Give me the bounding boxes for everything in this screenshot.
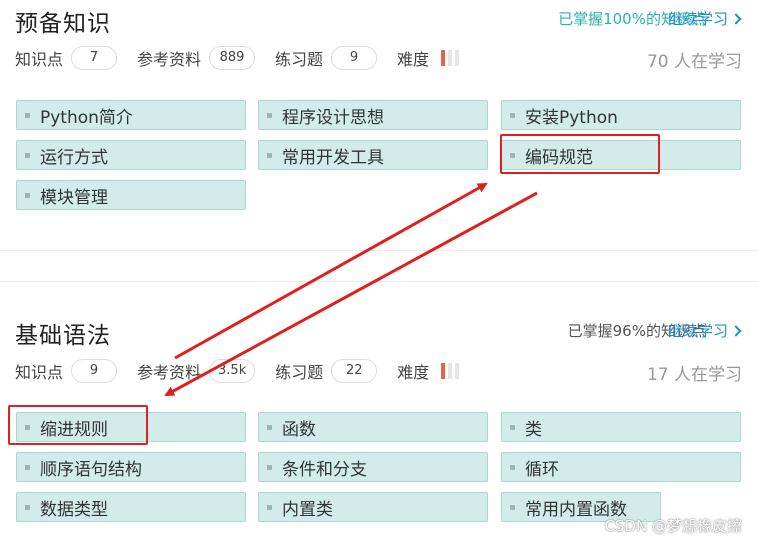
knowledge-tag[interactable]: 常用开发工具 (258, 140, 488, 170)
refs-count: 3.5k (209, 359, 256, 383)
points-count: 9 (71, 359, 118, 383)
tag-label: 安装Python (525, 107, 618, 128)
tag-label: 函数 (282, 419, 316, 440)
difficulty-meter (441, 50, 460, 66)
difficulty-bar (441, 363, 446, 379)
points-label: 知识点 (15, 363, 64, 382)
continue-learning-link[interactable]: 继续学习 (667, 8, 742, 29)
tag-label: 循环 (525, 459, 559, 480)
learner-count: 17 人在学习 (646, 365, 742, 385)
knowledge-tag[interactable]: 循环 (501, 452, 741, 482)
knowledge-tag[interactable]: Python简介 (16, 100, 246, 130)
highlight-box-coding-style (500, 134, 660, 174)
progress-prefix: 已掌握 (558, 10, 604, 28)
tag-label: 常用开发工具 (282, 147, 384, 168)
difficulty-bar (455, 50, 460, 66)
knowledge-tag[interactable]: 程序设计思想 (258, 100, 488, 130)
exercises-count: 9 (331, 46, 378, 70)
continue-label: 继续学习 (667, 10, 728, 28)
stats-row: 知识点 7 参考资料 889 练习题 9 难度 (15, 45, 460, 71)
difficulty-label: 难度 (397, 363, 430, 382)
difficulty-bar (448, 50, 453, 66)
stats-row: 知识点 9 参考资料 3.5k 练习题 22 难度 (15, 358, 460, 384)
highlight-box-indent-rules (8, 405, 148, 445)
points-label: 知识点 (15, 50, 64, 69)
bullet-icon (25, 464, 30, 470)
knowledge-tag[interactable]: 类 (501, 412, 741, 442)
progress-prefix: 已掌握 (567, 322, 613, 340)
bullet-icon (510, 464, 515, 470)
exercises-count: 22 (331, 359, 378, 383)
refs-label: 参考资料 (137, 363, 202, 382)
knowledge-tag[interactable]: 数据类型 (16, 492, 246, 522)
difficulty-meter (441, 363, 460, 379)
points-count: 7 (71, 46, 118, 70)
difficulty-bar (448, 363, 453, 379)
exercises-label: 练习题 (275, 363, 324, 382)
bullet-icon (267, 152, 272, 158)
difficulty-label: 难度 (397, 50, 430, 69)
tag-label: Python简介 (40, 107, 133, 128)
bullet-icon (510, 424, 515, 430)
bullet-icon (267, 112, 272, 118)
watermark: CSDN @梦想橡皮擦 (604, 517, 742, 535)
bullet-icon (267, 504, 272, 510)
bullet-icon (25, 504, 30, 510)
refs-count: 889 (209, 46, 256, 70)
bullet-icon (25, 112, 30, 118)
bullet-icon (25, 152, 30, 158)
knowledge-tag[interactable]: 安装Python (501, 100, 741, 130)
bullet-icon (267, 464, 272, 470)
section-divider (0, 250, 758, 282)
chevron-right-icon (730, 325, 742, 337)
tag-label: 类 (525, 419, 542, 440)
knowledge-tag[interactable]: 顺序语句结构 (16, 452, 246, 482)
knowledge-tag[interactable]: 运行方式 (16, 140, 246, 170)
tag-label: 顺序语句结构 (40, 459, 142, 480)
progress-value: 96% (612, 322, 646, 340)
continue-label: 继续学习 (667, 322, 728, 340)
continue-learning-link[interactable]: 继续学习 (667, 320, 742, 341)
tag-label: 内置类 (282, 499, 333, 520)
bullet-icon (25, 192, 30, 198)
knowledge-tag[interactable]: 内置类 (258, 492, 488, 522)
difficulty-bar (441, 50, 446, 66)
tag-label: 数据类型 (40, 499, 108, 520)
knowledge-tag[interactable]: 模块管理 (16, 180, 246, 210)
section-prep-knowledge: 预备知识 已掌握100%的知识点 继续学习 知识点 7 参考资料 889 练习题… (0, 0, 758, 250)
tag-label: 条件和分支 (282, 459, 367, 480)
refs-label: 参考资料 (137, 50, 202, 69)
bullet-icon (510, 504, 515, 510)
section-title: 基础语法 (15, 323, 111, 349)
knowledge-tag[interactable]: 函数 (258, 412, 488, 442)
knowledge-tag[interactable]: 条件和分支 (258, 452, 488, 482)
tag-label: 运行方式 (40, 147, 108, 168)
exercises-label: 练习题 (275, 50, 324, 69)
chevron-right-icon (730, 13, 742, 25)
progress-value: 100% (603, 10, 646, 28)
tag-label: 模块管理 (40, 187, 108, 208)
difficulty-bar (455, 363, 460, 379)
bullet-icon (510, 112, 515, 118)
tag-label: 程序设计思想 (282, 107, 384, 128)
section-title: 预备知识 (15, 11, 111, 37)
bullet-icon (267, 424, 272, 430)
learner-count: 70 人在学习 (646, 52, 742, 72)
